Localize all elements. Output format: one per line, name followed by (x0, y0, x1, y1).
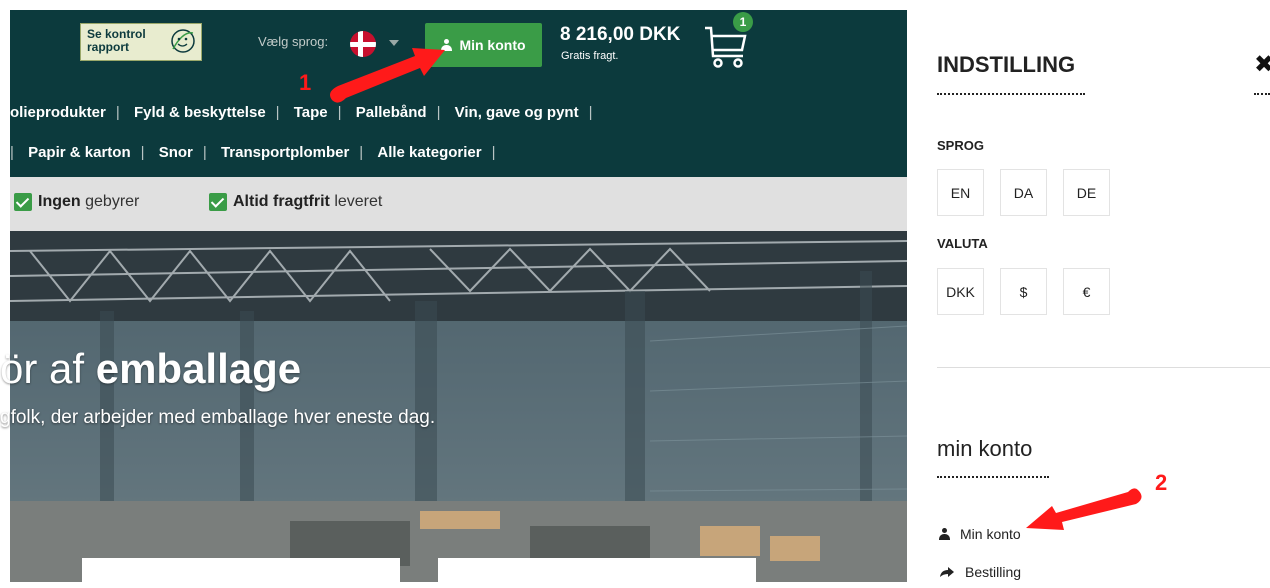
kontrol-rapport-logo[interactable]: Se kontrol rapport (80, 23, 202, 61)
currency-option-usd[interactable]: $ (1000, 268, 1047, 315)
nav-item[interactable]: Alle kategorier (377, 144, 481, 161)
annotation-arrow-1 (330, 48, 445, 103)
hero-title-bold: emballage (95, 345, 302, 392)
nav-item[interactable]: Papir & karton (28, 144, 131, 161)
nav-item[interactable]: olieprodukter (10, 104, 106, 121)
hero-subtitle: gfolk, der arbejder med emballage hver e… (0, 407, 436, 428)
checkmark-icon (14, 193, 32, 211)
menu-item-my-account[interactable]: Min konto (939, 526, 1021, 542)
usp-bar (10, 177, 907, 231)
language-option-da[interactable]: DA (1000, 169, 1047, 216)
share-icon (940, 567, 954, 577)
nav-item[interactable]: Snor (159, 144, 193, 161)
cart-count-badge: 1 (733, 12, 753, 32)
product-card[interactable] (438, 558, 756, 588)
usp-item-shipping: Altid fragtfrit leveret (209, 193, 382, 211)
language-label: Vælg sprog: (258, 34, 329, 49)
close-icon[interactable]: ✖ (1254, 50, 1270, 79)
nav-item[interactable]: Fyld & beskyttelse (134, 104, 266, 121)
annotation-arrow-2 (1026, 488, 1142, 530)
usp-item-fees: Ingen gebyrer (14, 193, 139, 211)
currency-option-eur[interactable]: € (1063, 268, 1110, 315)
language-option-en[interactable]: EN (937, 169, 984, 216)
usp-bold: Altid fragtfrit (233, 193, 330, 210)
user-icon (939, 528, 950, 540)
my-account-heading: min konto (937, 436, 1033, 461)
divider (937, 367, 1270, 368)
logo-text: Se kontrol rapport (87, 27, 146, 54)
nav-item[interactable]: Transportplomber (221, 144, 349, 161)
category-nav-row-2: | Papir & karton | Snor | Transportplomber… (10, 144, 496, 161)
currency-option-dkk[interactable]: DKK (937, 268, 984, 315)
nav-item[interactable]: Vin, gave og pynt (455, 104, 579, 121)
category-nav-row-1: olieprodukter | Fyld & beskyttelse | Tape |… (10, 104, 593, 121)
menu-item-label: Bestilling (965, 564, 1022, 580)
usp-text: gebyrer (80, 193, 140, 210)
account-heading-underline (937, 476, 1049, 478)
annotation-label-1: 1 (299, 70, 312, 95)
smiley-logo-icon (171, 29, 195, 53)
menu-item-orders[interactable]: Bestilling (939, 564, 1021, 580)
product-card[interactable] (82, 558, 400, 588)
close-underline (1254, 93, 1270, 95)
usp-text: leveret (329, 193, 383, 210)
language-option-de[interactable]: DE (1063, 169, 1110, 216)
title-underline (937, 93, 1085, 95)
cart-total[interactable]: 8 216,00 DKK (560, 24, 680, 46)
cart-shipping-note: Gratis fragt. (561, 50, 619, 62)
hero-title-prefix: ör af (0, 345, 96, 392)
language-section-label: SPROG (937, 138, 984, 153)
settings-title: INDSTILLING (937, 52, 1076, 77)
checkmark-icon (209, 193, 227, 211)
my-account-label: Min konto (459, 37, 526, 53)
currency-section-label: VALUTA (937, 236, 988, 251)
hero-title: ör af emballage (0, 345, 301, 393)
annotation-label-2: 2 (1155, 470, 1168, 495)
usp-bold: Ingen (38, 193, 81, 210)
